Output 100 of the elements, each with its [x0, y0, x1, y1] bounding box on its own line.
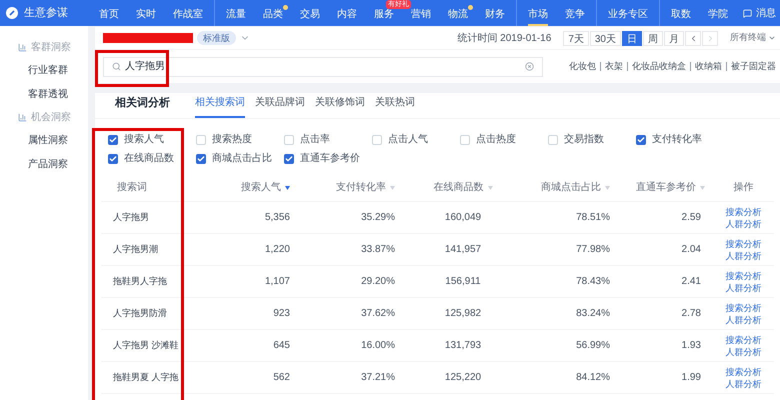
table-cell-text: 141,957	[444, 243, 482, 257]
check-icon	[285, 154, 293, 162]
table-cell-text: 人字拖男	[113, 210, 149, 224]
chart-icon	[18, 112, 27, 122]
date-range-button[interactable]: 日	[622, 30, 642, 46]
table-cell-text: 78.51%	[576, 211, 610, 225]
metric-checkbox[interactable]: 点击人气	[372, 132, 460, 147]
nav-item[interactable]: 实时	[136, 9, 156, 26]
edition-badge: 标准版	[197, 31, 236, 45]
nav-item[interactable]: 学院	[708, 9, 728, 26]
nav-item[interactable]: 取数	[671, 9, 691, 26]
checkbox[interactable]	[196, 134, 206, 144]
table-cell-text: 16.00%	[361, 339, 395, 353]
sidebar-item[interactable]: 行业客群	[0, 58, 88, 82]
metric-checkbox[interactable]: 点击率	[284, 132, 372, 147]
checkbox[interactable]	[108, 154, 118, 164]
action-link[interactable]: 人群分析	[726, 314, 762, 326]
clear-icon[interactable]	[525, 62, 534, 71]
metric-checkbox[interactable]: 支付转化率	[636, 132, 724, 147]
metric-checkbox[interactable]: 商城点击占比	[196, 151, 284, 166]
metric-checkbox[interactable]: 在线商品数	[108, 151, 196, 166]
table-cell-text: 2.78	[682, 307, 701, 321]
column-header[interactable]: 直通车参考价	[636, 180, 705, 195]
column-header[interactable]: 商城点击占比	[541, 180, 610, 195]
checkbox[interactable]	[284, 154, 294, 164]
column-header: 操作	[734, 181, 754, 195]
messages-link[interactable]: 消息	[756, 6, 776, 20]
metric-checkbox[interactable]: 直通车参考价	[284, 151, 372, 166]
checkbox[interactable]	[372, 134, 382, 144]
action-link[interactable]: 搜索分析	[726, 334, 762, 346]
action-link[interactable]: 人群分析	[726, 346, 762, 358]
sidebar-item[interactable]: 属性洞察	[0, 128, 88, 152]
terminal-select[interactable]: 所有终端	[730, 31, 776, 45]
nav-item[interactable]: 竞争	[565, 9, 585, 26]
date-range-button[interactable]: 30天	[590, 30, 621, 46]
check-icon	[637, 136, 645, 144]
nav-item[interactable]: 服务	[374, 9, 394, 26]
checkbox[interactable]	[636, 134, 646, 144]
suggestion-link[interactable]: 收纳箱	[695, 60, 722, 74]
checkbox[interactable]	[108, 134, 118, 144]
action-link[interactable]: 搜索分析	[726, 238, 762, 250]
action-link[interactable]: 搜索分析	[726, 302, 762, 314]
table-cell-text: 2.41	[682, 275, 701, 289]
table-cell-text: 156,911	[445, 275, 481, 289]
logo-icon	[6, 7, 18, 19]
suggestion-link[interactable]: 化妆品收纳盒	[632, 60, 686, 74]
metric-checkbox[interactable]: 交易指数	[548, 132, 636, 147]
suggestion-link[interactable]: 化妆包	[569, 60, 596, 74]
action-link[interactable]: 搜索分析	[726, 270, 762, 282]
nav-item[interactable]: 物流	[448, 9, 468, 26]
table-cell-text: 84.12%	[576, 371, 610, 385]
nav-item[interactable]: 财务	[485, 9, 505, 26]
chart-icon	[18, 42, 27, 52]
date-range-button[interactable]: 周	[643, 30, 663, 46]
action-link[interactable]: 人群分析	[726, 250, 762, 262]
metric-checkbox[interactable]: 点击热度	[460, 132, 548, 147]
search-field[interactable]: 人字拖男	[103, 56, 543, 76]
checkbox[interactable]	[196, 154, 206, 164]
sidebar-item[interactable]: 产品洞察	[0, 152, 88, 176]
metric-checkbox[interactable]: 搜索热度	[196, 132, 284, 147]
table-cell-text: 35.29%	[361, 211, 395, 225]
column-header[interactable]: 搜索人气	[241, 180, 290, 195]
table-cell-text: 1,220	[264, 243, 290, 257]
nav-item[interactable]: 交易	[300, 9, 320, 26]
table-cell-text: 562	[273, 371, 290, 385]
suggestion-link[interactable]: 被子固定器	[731, 60, 776, 74]
nav-item[interactable]: 流量	[226, 9, 246, 26]
sidebar-item[interactable]: 客群透视	[0, 82, 88, 106]
column-header[interactable]: 在线商品数	[434, 180, 492, 195]
panel-tab[interactable]: 关联修饰词	[315, 95, 365, 118]
table-cell-text: 2.59	[682, 211, 701, 225]
checkbox[interactable]	[460, 134, 470, 144]
column-header[interactable]: 支付转化率	[336, 180, 395, 195]
date-range-button[interactable]: 月	[664, 30, 684, 46]
checkbox[interactable]	[284, 134, 294, 144]
nav-item[interactable]: 营销	[411, 9, 431, 26]
action-link[interactable]: 搜索分析	[726, 206, 762, 218]
table-cell-text: 125,220	[444, 371, 482, 385]
check-icon	[109, 136, 117, 144]
nav-item[interactable]: 首页	[99, 9, 119, 26]
table-cell-text: 645	[273, 339, 290, 353]
action-link[interactable]: 人群分析	[726, 218, 762, 230]
nav-item[interactable]: 业务专区	[608, 9, 648, 26]
date-range-button[interactable]: 7天	[563, 30, 589, 46]
panel-tab[interactable]: 相关搜索词	[195, 95, 245, 118]
action-link[interactable]: 搜索分析	[726, 366, 762, 378]
nav-item[interactable]: 品类	[263, 9, 283, 26]
checkbox[interactable]	[548, 134, 558, 144]
panel-tab[interactable]: 关联热词	[375, 95, 415, 118]
panel-tab[interactable]: 关联品牌词	[255, 95, 305, 118]
suggestion-link[interactable]: 衣架	[605, 60, 623, 74]
action-link[interactable]: 人群分析	[726, 378, 762, 390]
previous-button[interactable]	[685, 30, 701, 46]
nav-item[interactable]: 作战室	[173, 9, 203, 26]
metric-checkbox[interactable]: 搜索人气	[108, 132, 196, 147]
action-link[interactable]: 人群分析	[726, 282, 762, 294]
table-cell-text: 125,982	[444, 307, 482, 321]
nav-item[interactable]: 内容	[337, 9, 357, 26]
table-cell-text: 5,356	[264, 211, 290, 225]
next-button[interactable]	[702, 30, 718, 46]
